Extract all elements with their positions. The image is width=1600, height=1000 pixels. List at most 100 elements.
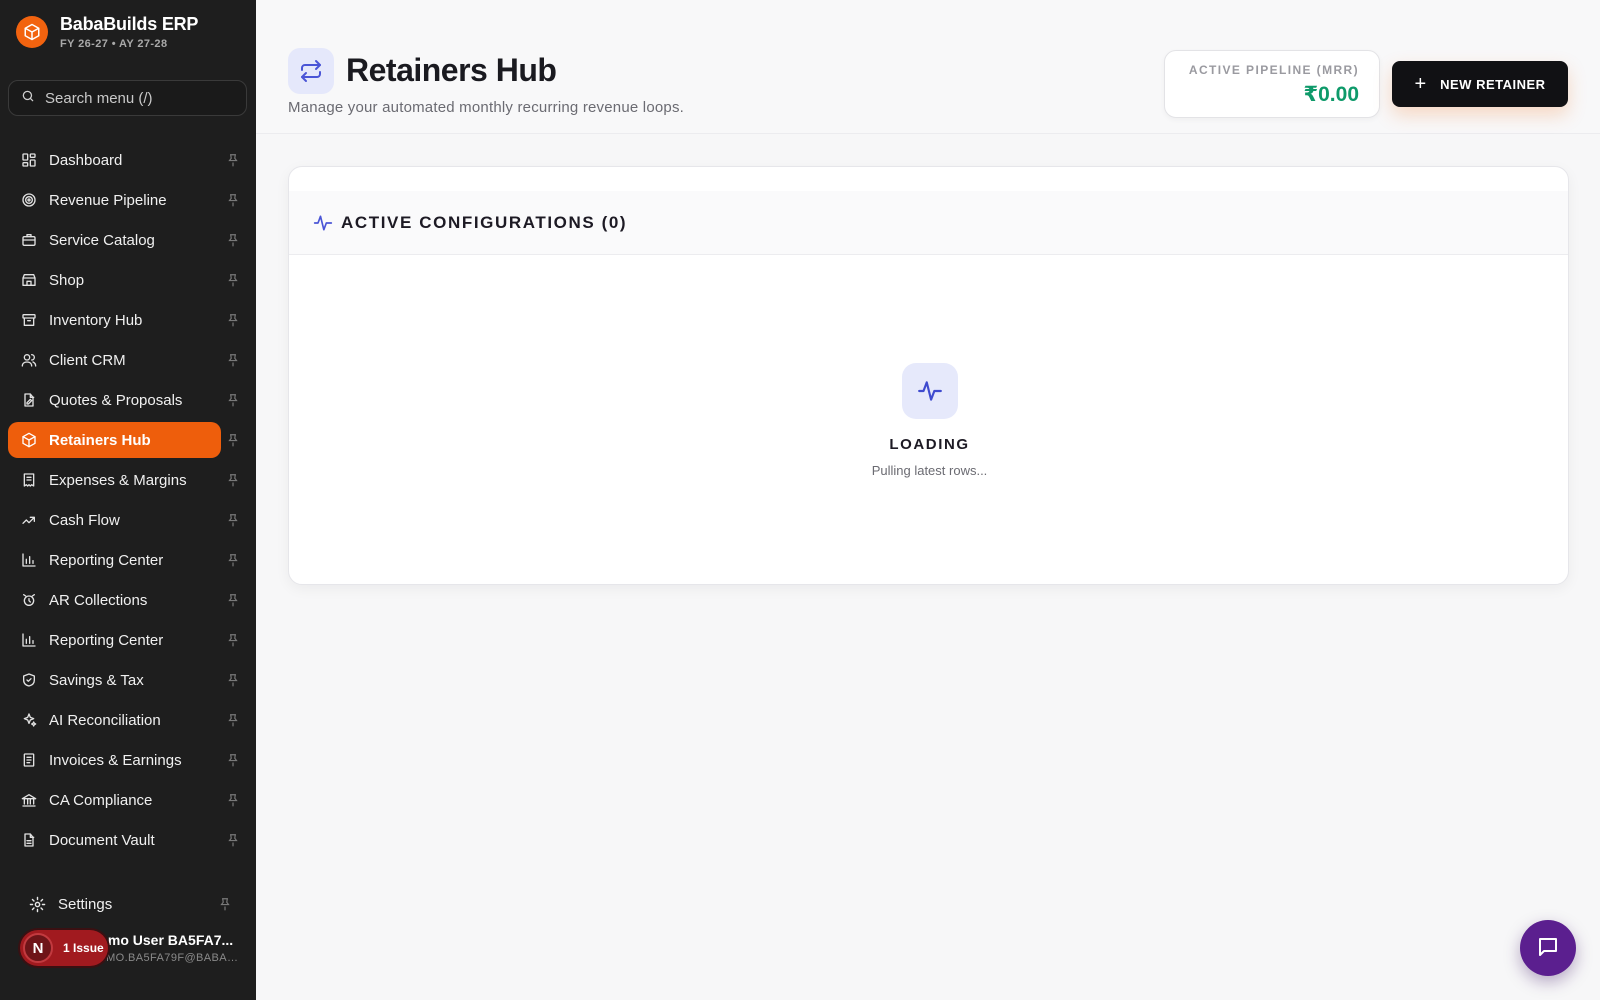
- gear-icon: [28, 895, 46, 913]
- sidebar-item-shop[interactable]: Shop: [8, 262, 248, 298]
- pin-icon[interactable]: [226, 513, 240, 527]
- store-icon: [20, 271, 38, 289]
- file-edit-icon: [20, 391, 38, 409]
- sidebar-item-expenses-and-margins[interactable]: Expenses & Margins: [8, 462, 248, 498]
- sidebar-item-document-vault[interactable]: Document Vault: [8, 822, 248, 858]
- sidebar-item-client-crm[interactable]: Client CRM: [8, 342, 248, 378]
- pin-icon[interactable]: [226, 673, 240, 687]
- sidebar-item-label: CA Compliance: [49, 791, 153, 809]
- chat-icon: [1536, 935, 1560, 962]
- bar-chart-icon: [20, 631, 38, 649]
- page-subtitle: Manage your automated monthly recurring …: [288, 99, 685, 116]
- sidebar-item-label: Cash Flow: [49, 511, 120, 529]
- sidebar-item-label: Document Vault: [49, 831, 155, 849]
- new-retainer-label: NEW RETAINER: [1440, 76, 1546, 92]
- pin-icon[interactable]: [226, 833, 240, 847]
- repeat-icon: [288, 48, 334, 94]
- new-retainer-button[interactable]: + NEW RETAINER: [1392, 61, 1568, 107]
- activity-icon: [901, 363, 958, 419]
- users-icon: [20, 351, 38, 369]
- pin-icon[interactable]: [226, 473, 240, 487]
- sidebar-item-savings-and-tax[interactable]: Savings & Tax: [8, 662, 248, 698]
- panel-header: ACTIVE CONFIGURATIONS (0): [289, 191, 1568, 255]
- sidebar-item-settings[interactable]: Settings: [16, 886, 240, 922]
- loading-title: LOADING: [889, 436, 970, 453]
- sidebar-item-label: Shop: [49, 271, 85, 289]
- sidebar-item-reporting-center[interactable]: Reporting Center: [8, 622, 248, 658]
- nav-highlight: [8, 262, 221, 298]
- sidebar-item-ar-collections[interactable]: AR Collections: [8, 582, 248, 618]
- sidebar-item-label: Invoices & Earnings: [49, 751, 182, 769]
- bar-chart-icon: [20, 551, 38, 569]
- search-input[interactable]: [45, 89, 235, 107]
- sidebar-item-label: Retainers Hub: [49, 431, 151, 449]
- sidebar-item-label: Revenue Pipeline: [49, 191, 167, 209]
- sidebar-item-revenue-pipeline[interactable]: Revenue Pipeline: [8, 182, 248, 218]
- brand[interactable]: BabaBuilds ERP FY 26-27 • AY 27-28: [16, 14, 198, 50]
- sidebar-item-label: Quotes & Proposals: [49, 391, 183, 409]
- pin-icon[interactable]: [226, 793, 240, 807]
- pin-icon[interactable]: [226, 393, 240, 407]
- sidebar-item-label: AI Reconciliation: [49, 711, 161, 729]
- sidebar-item-label: Reporting Center: [49, 631, 164, 649]
- fiscal-year-label: FY 26-27 • AY 27-28: [60, 38, 168, 50]
- sidebar-item-ai-reconciliation[interactable]: AI Reconciliation: [8, 702, 248, 738]
- receipt-icon: [20, 471, 38, 489]
- chat-button[interactable]: [1520, 920, 1576, 976]
- issue-badge[interactable]: N 1 Issue: [20, 930, 108, 966]
- pin-icon[interactable]: [226, 233, 240, 247]
- sidebar-nav: Dashboard Revenue Pipeline Service Catalog…: [8, 142, 248, 862]
- user-email: DEMO.BA5FA79F@BABAB...: [90, 952, 240, 964]
- settings-label: Settings: [58, 895, 113, 913]
- pin-icon[interactable]: [226, 273, 240, 287]
- sidebar-item-dashboard[interactable]: Dashboard: [8, 142, 248, 178]
- pin-icon[interactable]: [226, 713, 240, 727]
- user-profile[interactable]: Demo User BA5FA7... DEMO.BA5FA79F@BABAB.…: [20, 930, 240, 970]
- cash-flow-icon: [20, 511, 38, 529]
- pin-icon[interactable]: [226, 193, 240, 207]
- main-content: Retainers Hub Manage your automated mont…: [256, 0, 1600, 1000]
- issue-count: 1 Issue: [63, 941, 104, 955]
- pin-icon[interactable]: [226, 433, 240, 447]
- sidebar-item-label: Client CRM: [49, 351, 126, 369]
- mrr-card: ACTIVE PIPELINE (MRR) ₹0.00: [1164, 50, 1380, 118]
- sidebar-item-quotes-and-proposals[interactable]: Quotes & Proposals: [8, 382, 248, 418]
- sidebar-item-ca-compliance[interactable]: CA Compliance: [8, 782, 248, 818]
- sidebar-item-inventory-hub[interactable]: Inventory Hub: [8, 302, 248, 338]
- pin-icon[interactable]: [226, 593, 240, 607]
- sidebar-item-label: Dashboard: [49, 151, 123, 169]
- pin-icon[interactable]: [218, 897, 232, 911]
- page-title: Retainers Hub: [346, 52, 557, 88]
- pin-icon[interactable]: [226, 753, 240, 767]
- loading-state: LOADING Pulling latest rows...: [289, 363, 1568, 478]
- sidebar-item-label: Inventory Hub: [49, 311, 143, 329]
- sidebar-item-cash-flow[interactable]: Cash Flow: [8, 502, 248, 538]
- mrr-value: ₹0.00: [1303, 83, 1359, 106]
- archive-icon: [20, 311, 38, 329]
- pin-icon[interactable]: [226, 353, 240, 367]
- shield-icon: [20, 671, 38, 689]
- plus-icon: +: [1414, 73, 1427, 95]
- brand-title: BabaBuilds ERP: [60, 14, 199, 34]
- avatar: N: [23, 933, 53, 963]
- sparkles-icon: [20, 711, 38, 729]
- sidebar-item-label: Reporting Center: [49, 551, 164, 569]
- sidebar-item-label: Savings & Tax: [49, 671, 144, 689]
- pin-icon[interactable]: [226, 633, 240, 647]
- user-name: Demo User BA5FA7...: [90, 932, 234, 948]
- pin-icon[interactable]: [226, 553, 240, 567]
- search-box[interactable]: [8, 80, 247, 116]
- sidebar-item-reporting-center[interactable]: Reporting Center: [8, 542, 248, 578]
- pin-icon[interactable]: [226, 153, 240, 167]
- loading-subtitle: Pulling latest rows...: [871, 463, 988, 478]
- sidebar-item-retainers-hub[interactable]: Retainers Hub: [8, 422, 248, 458]
- sidebar-item-label: Expenses & Margins: [49, 471, 187, 489]
- sidebar-item-invoices-and-earnings[interactable]: Invoices & Earnings: [8, 742, 248, 778]
- pin-icon[interactable]: [226, 313, 240, 327]
- mrr-label: ACTIVE PIPELINE (MRR): [1188, 63, 1359, 77]
- sidebar-item-service-catalog[interactable]: Service Catalog: [8, 222, 248, 258]
- page-header: Retainers Hub Manage your automated mont…: [256, 0, 1600, 134]
- document-icon: [20, 831, 38, 849]
- configurations-panel: ACTIVE CONFIGURATIONS (0) LOADING Pullin…: [288, 166, 1569, 585]
- briefcase-icon: [20, 231, 38, 249]
